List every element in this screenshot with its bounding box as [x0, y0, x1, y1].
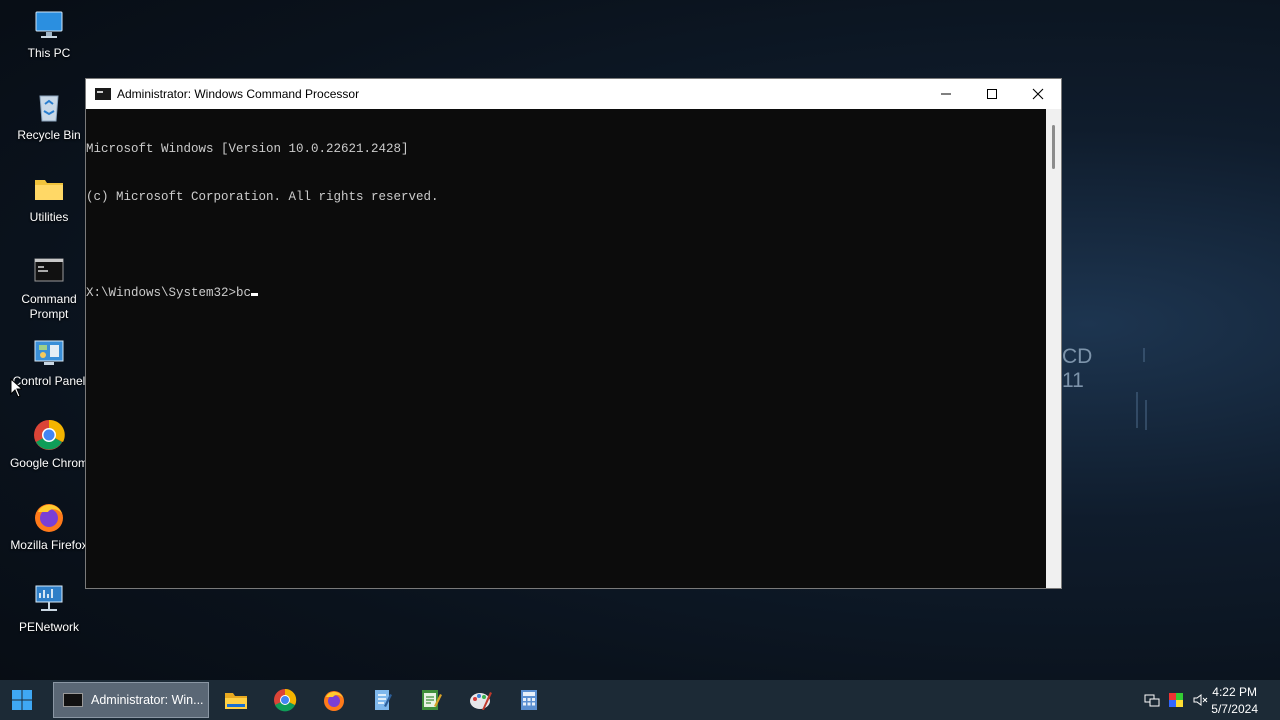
- system-tray: 4:22 PM 5/7/2024: [1140, 680, 1280, 720]
- desktop-icon-label: PENetwork: [18, 620, 80, 634]
- desktop-icon-label: Recycle Bin: [17, 128, 81, 142]
- console-line: (c) Microsoft Corporation. All rights re…: [86, 190, 439, 204]
- command-prompt-window[interactable]: Administrator: Windows Command Processor…: [85, 78, 1062, 589]
- taskbar: Administrator: Win... 4:22 PM 5/7/2024: [0, 680, 1280, 720]
- wallpaper-text-line2: 11: [1062, 369, 1084, 392]
- wallpaper-streak: [1145, 400, 1147, 430]
- firefox-icon[interactable]: [322, 688, 346, 712]
- chrome-icon[interactable]: [273, 688, 297, 712]
- volume-muted-icon[interactable]: [1192, 692, 1208, 708]
- clock-time: 4:22 PM: [1212, 685, 1257, 699]
- monitor-icon: [32, 8, 66, 42]
- desktop-icon-mozilla-firefox[interactable]: Mozilla Firefox: [4, 500, 94, 553]
- vertical-scrollbar[interactable]: [1046, 109, 1061, 588]
- wallpaper-text: CD 11: [1062, 345, 1092, 393]
- desktop-icon-label: Utilities: [29, 210, 69, 224]
- maximize-icon: [987, 89, 997, 99]
- maximize-button[interactable]: [969, 79, 1015, 109]
- chrome-icon: [32, 418, 66, 452]
- control-panel-icon: [32, 336, 66, 370]
- recycle-bin-icon: [32, 90, 66, 124]
- mouse-pointer-icon: [10, 378, 22, 398]
- desktop-icon-label: Google Chrom: [9, 456, 89, 470]
- minimize-icon: [941, 93, 951, 95]
- desktop-icon-google-chrome[interactable]: Google Chrom: [4, 418, 94, 471]
- minimize-button[interactable]: [923, 79, 969, 109]
- windows-logo-icon: [12, 690, 32, 710]
- cmd-app-icon: [95, 88, 111, 100]
- taskbar-clock[interactable]: 4:22 PM 5/7/2024: [1211, 684, 1258, 718]
- desktop-icon-command-prompt[interactable]: Command Prompt: [4, 254, 94, 322]
- desktop-icon-label: This PC: [27, 46, 71, 60]
- desktop-icon-label: Mozilla Firefox: [10, 538, 88, 552]
- command-prompt-icon: [63, 693, 83, 707]
- close-button[interactable]: [1015, 79, 1061, 109]
- command-prompt-icon: [32, 254, 66, 288]
- console-prompt-text: X:\Windows\System32>bc: [86, 286, 252, 300]
- network-icon: [32, 582, 66, 616]
- text-cursor: [251, 293, 259, 296]
- window-title: Administrator: Windows Command Processor: [117, 87, 360, 101]
- notepad-icon[interactable]: [370, 688, 394, 712]
- window-titlebar[interactable]: Administrator: Windows Command Processor: [86, 79, 1061, 109]
- console-line: Microsoft Windows [Version 10.0.22621.24…: [86, 142, 409, 156]
- network-settings-icon[interactable]: [1144, 692, 1160, 708]
- calculator-icon[interactable]: [517, 688, 541, 712]
- desktop-icon-label-line2: Prompt: [29, 307, 69, 321]
- taskbar-item-command-prompt[interactable]: Administrator: Win...: [53, 682, 209, 718]
- paint-icon[interactable]: [468, 688, 492, 712]
- desktop-icon-utilities[interactable]: Utilities: [4, 172, 94, 225]
- desktop-icon-this-pc[interactable]: This PC: [4, 8, 94, 61]
- color-icon[interactable]: [1168, 692, 1184, 708]
- desktop-icon-label-line1: Command: [21, 292, 77, 306]
- close-icon: [1032, 88, 1044, 100]
- firefox-icon: [32, 500, 66, 534]
- wallpaper-text-line1: CD: [1062, 345, 1093, 368]
- wallpaper-streak: [1143, 348, 1145, 362]
- clock-date: 5/7/2024: [1211, 702, 1258, 716]
- folder-icon: [32, 172, 66, 206]
- console-prompt-line[interactable]: X:\Windows\System32>bc: [86, 285, 1046, 301]
- console-output[interactable]: Microsoft Windows [Version 10.0.22621.24…: [86, 109, 1046, 588]
- editor-icon[interactable]: [419, 688, 443, 712]
- desktop-icon-recycle-bin[interactable]: Recycle Bin: [4, 90, 94, 143]
- scrollbar-thumb[interactable]: [1052, 125, 1055, 169]
- file-explorer-icon[interactable]: [224, 688, 248, 712]
- taskbar-item-label: Administrator: Win...: [91, 693, 204, 707]
- start-button[interactable]: [0, 680, 44, 720]
- wallpaper-streak: [1136, 392, 1138, 428]
- desktop-icon-penetwork[interactable]: PENetwork: [4, 582, 94, 635]
